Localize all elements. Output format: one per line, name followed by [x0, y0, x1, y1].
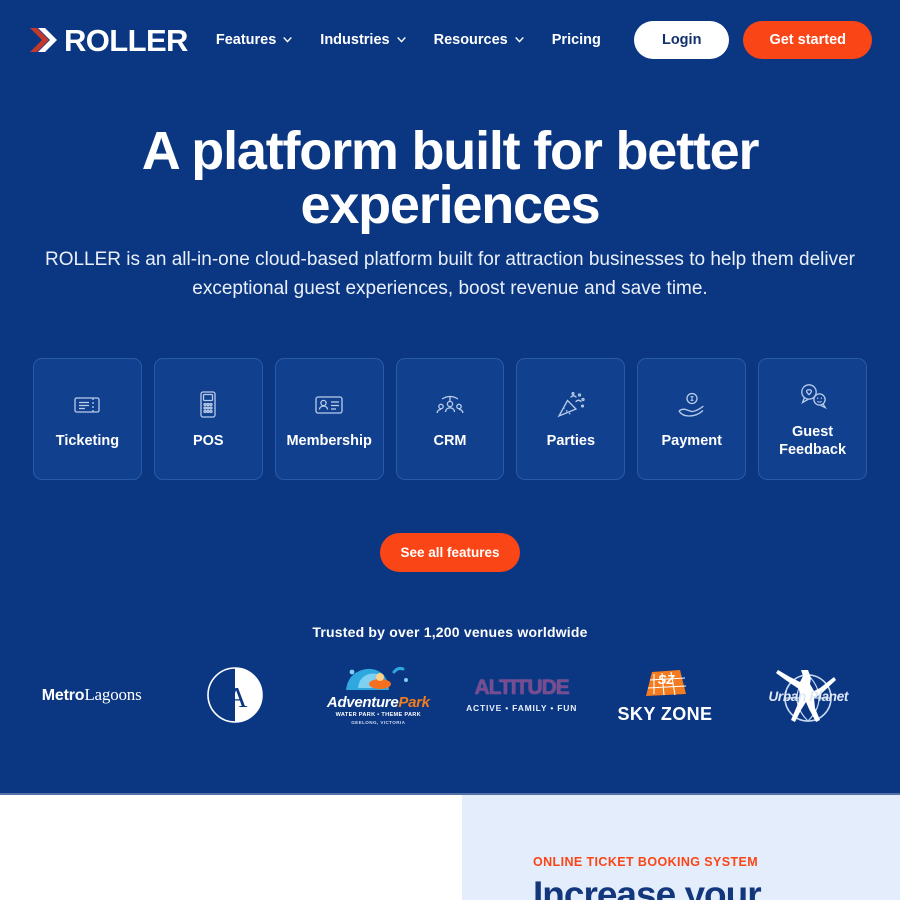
top-navigation-bar: ROLLER Features Industries Resources Pri… — [0, 0, 900, 80]
next-section-eyebrow: ONLINE TICKET BOOKING SYSTEM — [533, 855, 759, 869]
feature-card-label: Guest Feedback — [779, 423, 847, 458]
logo-circle-a: A — [163, 655, 306, 735]
logo-wordmark: ROLLER — [64, 22, 188, 58]
altitude-title: ALTITUDE — [474, 676, 570, 700]
logo-altitude: ALTITUDE ACTIVE • FAMILY • FUN — [450, 655, 593, 735]
nav-item-industries[interactable]: Industries — [320, 32, 406, 48]
trusted-by-heading: Trusted by over 1,200 venues worldwide — [312, 624, 588, 640]
sky-zone-title: SKY ZONE — [617, 703, 713, 724]
speech-bubbles-icon — [798, 379, 828, 413]
metro-lagoons-bold: Metro — [41, 687, 85, 704]
chevron-down-icon — [515, 37, 524, 43]
adventure-park-word-b: Park — [398, 694, 430, 712]
pos-terminal-icon — [198, 388, 218, 422]
feature-card-guest-feedback[interactable]: Guest Feedback — [758, 358, 868, 480]
altitude-subtitle: ACTIVE • FAMILY • FUN — [466, 703, 578, 714]
hero-section: ROLLER Features Industries Resources Pri… — [0, 0, 900, 795]
login-button[interactable]: Login — [633, 21, 730, 59]
svg-text:SZ: SZ — [658, 672, 676, 687]
see-all-features-button[interactable]: See all features — [380, 533, 520, 572]
logo-adventure-park: AdventurePark WATER PARK • THEME PARK GE… — [307, 655, 450, 735]
adventure-park-sub1: WATER PARK • THEME PARK — [335, 712, 421, 719]
nav-links: Features Industries Resources Pricing — [216, 32, 634, 48]
nav-item-features[interactable]: Features — [216, 32, 292, 48]
feature-card-label: Membership — [286, 432, 372, 449]
feature-card-parties[interactable]: Parties — [516, 358, 626, 480]
page-root: ROLLER Features Industries Resources Pri… — [0, 0, 900, 900]
nav-item-resources[interactable]: Resources — [434, 32, 524, 48]
feature-card-label: Parties — [546, 432, 596, 449]
logo-urban-planet: Urban Planet — [737, 655, 880, 735]
metro-lagoons-light: Lagoons — [84, 685, 142, 704]
chevron-logo-icon — [28, 26, 58, 54]
nav-item-resources-label: Resources — [433, 32, 508, 48]
people-group-icon — [436, 388, 464, 422]
roller-logo[interactable]: ROLLER — [28, 25, 188, 56]
nav-actions: Login Get started — [633, 21, 872, 59]
nav-item-pricing-label: Pricing — [551, 32, 601, 48]
urban-planet-title: Urban Planet — [768, 689, 849, 704]
feature-card-crm[interactable]: CRM — [395, 358, 505, 480]
chevron-down-icon — [283, 37, 292, 43]
nav-item-pricing[interactable]: Pricing — [552, 32, 601, 48]
chevron-down-icon — [396, 37, 406, 43]
id-card-icon — [315, 388, 343, 422]
feature-card-label: POS — [192, 432, 224, 449]
party-popper-icon — [557, 388, 585, 422]
logo-sky-zone: SZ SKY ZONE — [593, 655, 736, 735]
hero-subtitle: ROLLER is an all-in-one cloud-based plat… — [44, 249, 856, 300]
svg-text:A: A — [227, 682, 248, 714]
next-section-heading: Increase your — [533, 874, 762, 900]
adventure-park-sub2: GEELONG, VICTORIA — [351, 720, 406, 725]
feature-card-label: CRM — [433, 432, 467, 449]
feature-card-pos[interactable]: POS — [153, 358, 263, 480]
feature-card-ticketing[interactable]: Ticketing — [33, 358, 142, 480]
nav-item-industries-label: Industries — [320, 32, 390, 48]
next-section: ONLINE TICKET BOOKING SYSTEM Increase yo… — [0, 795, 900, 900]
feature-card-membership[interactable]: Membership — [274, 358, 384, 480]
hand-coin-icon — [677, 388, 707, 422]
feature-card-payment[interactable]: Payment — [637, 358, 747, 480]
hero-title: A platform built for better experiences — [141, 121, 760, 235]
logo-metro-lagoons: MetroLagoons — [20, 655, 163, 735]
get-started-button[interactable]: Get started — [743, 21, 872, 59]
feature-cards: Ticketing POS Membership CRM Parties Pay… — [33, 358, 868, 480]
nav-item-features-label: Features — [215, 32, 277, 48]
feature-card-label: Payment — [661, 432, 722, 449]
feature-card-label: Ticketing — [55, 432, 120, 449]
adventure-park-word-a: Adventure — [326, 694, 399, 712]
customer-logo-strip: MetroLagoons A AdventurePark WATER PARK … — [20, 655, 880, 735]
ticket-icon — [74, 388, 101, 422]
